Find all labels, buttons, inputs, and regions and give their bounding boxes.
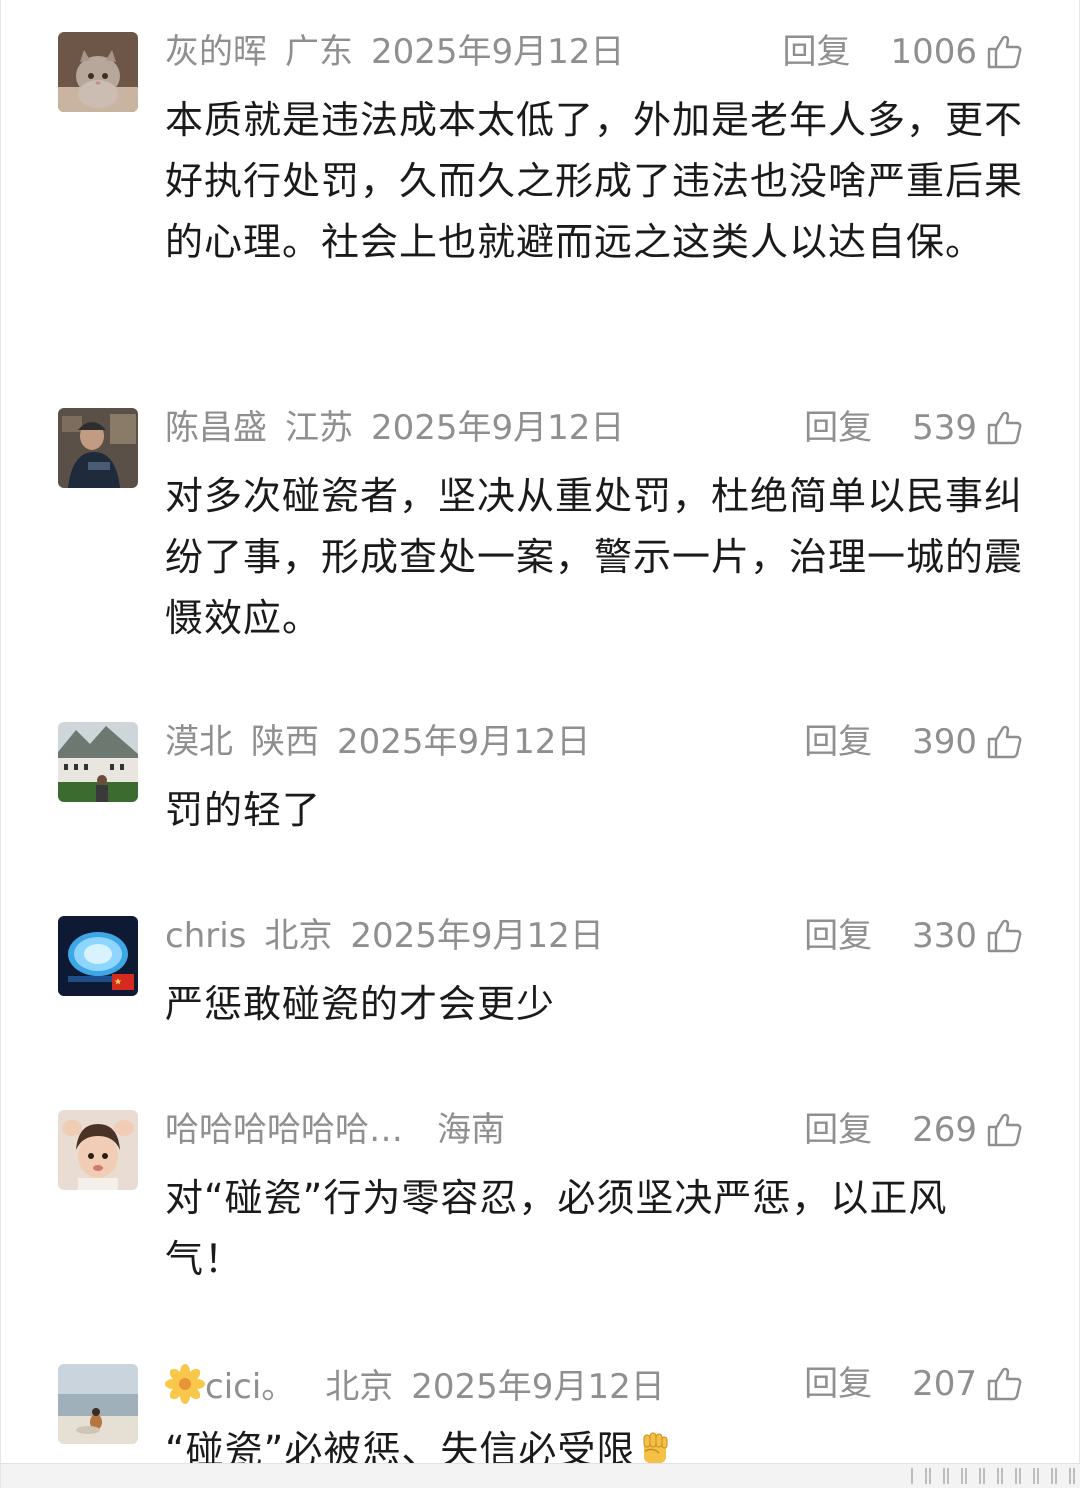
comment-text: 罚的轻了 <box>165 788 322 832</box>
user-location: 陕西 <box>251 722 319 762</box>
thumbs-up-icon[interactable] <box>985 33 1023 71</box>
thumbs-up-icon[interactable] <box>985 409 1023 447</box>
comment-text: 对“碰瓷”行为零容忍，必须坚决严惩，以正风气！ <box>165 1176 948 1281</box>
user-location: 北京 <box>264 916 333 956</box>
scroll-handle-icon[interactable] <box>911 1468 1080 1484</box>
child-avatar-image <box>58 1110 138 1190</box>
username[interactable]: 哈哈哈哈哈哈… <box>165 1110 403 1150</box>
like-count: 1006 <box>890 32 977 72</box>
avatar[interactable] <box>58 1110 138 1190</box>
comment-date: 2025年9月12日 <box>371 408 625 448</box>
avatar[interactable] <box>58 32 138 112</box>
thumbs-up-icon[interactable] <box>985 1111 1023 1149</box>
avatar[interactable] <box>58 916 138 996</box>
avatar[interactable] <box>58 408 138 488</box>
username[interactable]: 陈昌盛 <box>165 408 267 448</box>
user-location: 北京 <box>325 1367 394 1407</box>
like-count: 539 <box>912 408 977 448</box>
comment-actions: 回复 207 <box>804 1364 1023 1404</box>
comment-date: 2025年9月12日 <box>350 916 604 956</box>
thumbs-up-icon[interactable] <box>985 723 1023 761</box>
man-avatar-image <box>58 408 138 488</box>
username[interactable]: 漠北 <box>165 722 233 762</box>
comment-date: 2025年9月12日 <box>337 722 591 762</box>
flower-icon <box>165 1364 205 1404</box>
username[interactable]: 灰的晖 <box>165 32 267 72</box>
username[interactable]: chris <box>165 916 246 956</box>
user-location: 海南 <box>437 1110 505 1150</box>
comment-actions: 回复 1006 <box>782 32 1023 72</box>
beach-avatar-image <box>58 1364 138 1444</box>
landscape-avatar-image <box>58 722 138 802</box>
comment-date: 2025年9月12日 <box>371 32 625 72</box>
username[interactable]: cici。 <box>205 1367 295 1407</box>
comment-text: 本质就是违法成本太低了，外加是老年人多，更不好执行处罚，久而久之形成了违法也没啥… <box>165 98 1024 264</box>
reply-button[interactable]: 回复 <box>804 1110 872 1150</box>
reply-button[interactable]: 回复 <box>782 32 850 72</box>
comment-actions: 回复 390 <box>804 722 1023 762</box>
comment-actions: 回复 539 <box>804 408 1023 448</box>
comment-list: 灰的晖 广东 2025年9月12日 回复 1006 本质就是违法成本太低了，外加是老… <box>0 0 1080 1488</box>
kitten-avatar-image <box>58 32 138 112</box>
comment-actions: 回复 269 <box>804 1110 1023 1150</box>
comment-actions: 回复 330 <box>804 916 1023 956</box>
lantern-avatar-image <box>58 916 138 996</box>
avatar[interactable] <box>58 722 138 802</box>
user-location: 广东 <box>285 32 353 72</box>
avatar[interactable] <box>58 1364 138 1444</box>
thumbs-up-icon[interactable] <box>985 1365 1023 1403</box>
comment-text: 严惩敢碰瓷的才会更少 <box>165 982 556 1026</box>
reply-button[interactable]: 回复 <box>804 722 872 762</box>
like-count: 330 <box>912 916 977 956</box>
thumbs-up-icon[interactable] <box>985 917 1023 955</box>
like-count: 269 <box>912 1110 977 1150</box>
reply-button[interactable]: 回复 <box>804 1364 872 1404</box>
like-count: 207 <box>912 1364 977 1404</box>
reply-button[interactable]: 回复 <box>804 916 872 956</box>
bottom-scrollbar[interactable] <box>1 1463 1080 1488</box>
user-location: 江苏 <box>285 408 353 448</box>
comment-text: 对多次碰瓷者，坚决从重处罚，杜绝简单以民事纠纷了事，形成查处一案，警示一片，治理… <box>165 474 1024 640</box>
comment-date: 2025年9月12日 <box>411 1367 665 1407</box>
reply-button[interactable]: 回复 <box>804 408 872 448</box>
like-count: 390 <box>912 722 977 762</box>
